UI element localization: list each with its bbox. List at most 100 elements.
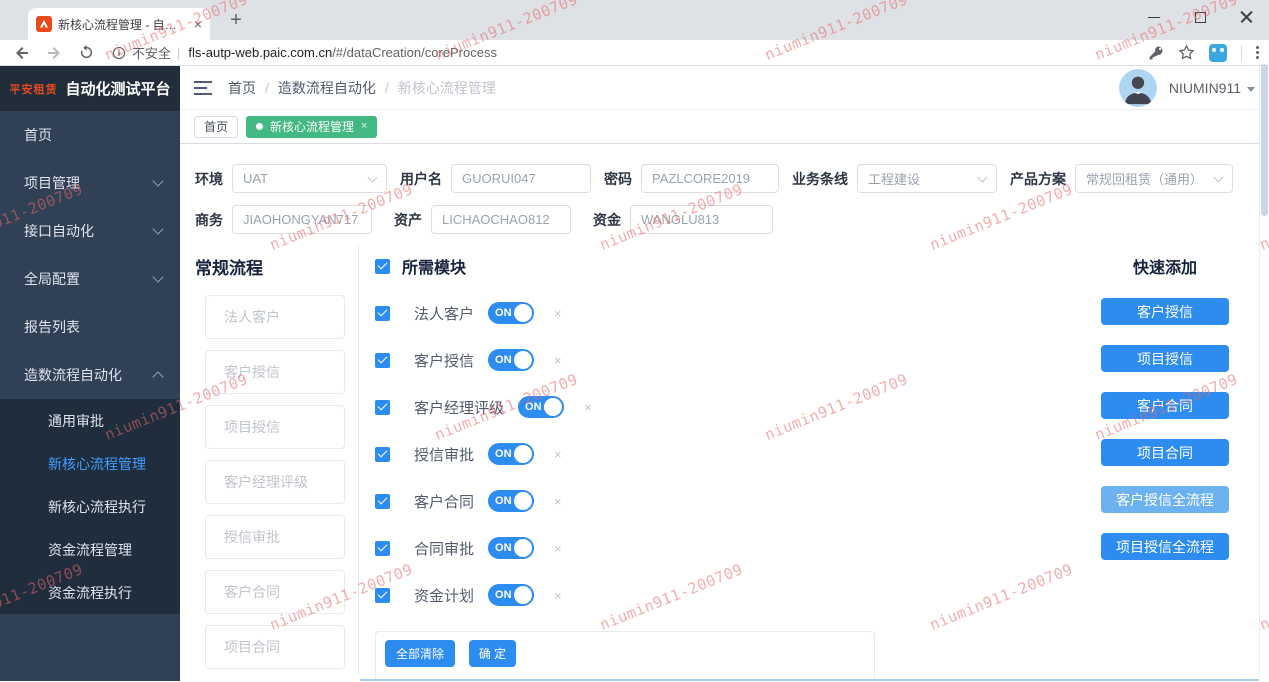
minimize-button[interactable] [1131, 0, 1177, 34]
module-row: 法人客户 ON × [375, 302, 1101, 324]
refresh-button[interactable] [74, 42, 98, 64]
module-checkbox[interactable] [375, 306, 390, 321]
quick-add-project-contract-button[interactable]: 项目合同 [1101, 439, 1229, 466]
breadcrumb-home[interactable]: 首页 [228, 78, 256, 98]
business-line-select[interactable]: 工程建设 [857, 164, 997, 193]
module-toggle[interactable]: ON [518, 396, 564, 418]
chevron-down-icon [978, 172, 988, 182]
module-checkbox[interactable] [375, 400, 390, 415]
columns-section: 常规流程 法人客户 客户授信 项目授信 客户经理评级 授信审批 客户合同 项目合… [195, 254, 1269, 674]
quick-add-title: 快速添加 [1101, 254, 1229, 278]
page-scrollbar-thumb[interactable] [1261, 64, 1268, 216]
module-remove-icon[interactable]: × [554, 541, 562, 556]
tab-close-icon[interactable]: × [194, 17, 202, 31]
select-all-checkbox[interactable] [375, 259, 390, 274]
module-checkbox[interactable] [375, 541, 390, 556]
quick-add-customer-credit-full-flow-button[interactable]: 客户授信全流程 [1101, 486, 1229, 513]
submenu-item-core-process-management[interactable]: 新核心流程管理 [0, 442, 180, 485]
process-card[interactable]: 客户授信 [205, 350, 345, 394]
quick-add-project-credit-full-flow-button[interactable]: 项目授信全流程 [1101, 533, 1229, 560]
commerce-label: 商务 [195, 210, 223, 230]
submenu-item-core-process-execution[interactable]: 新核心流程执行 [0, 485, 180, 528]
favicon-icon [36, 16, 52, 32]
commerce-input[interactable] [232, 205, 372, 234]
sidebar-item-home[interactable]: 首页 [0, 111, 180, 159]
sidebar-item-global-config[interactable]: 全局配置 [0, 255, 180, 303]
module-remove-icon[interactable]: × [554, 447, 562, 462]
module-checkbox[interactable] [375, 447, 390, 462]
window-controls [1131, 0, 1269, 34]
password-input[interactable] [641, 164, 779, 193]
collapse-menu-icon[interactable] [194, 81, 212, 95]
maximize-button[interactable] [1177, 0, 1223, 34]
process-card[interactable]: 项目合同 [205, 625, 345, 669]
quick-add-project-credit-button[interactable]: 项目授信 [1101, 345, 1229, 372]
key-icon[interactable] [1148, 45, 1164, 61]
actions-panel: 全部清除 确 定 [375, 631, 875, 681]
sidebar-item-api-automation[interactable]: 接口自动化 [0, 207, 180, 255]
chevron-down-icon [152, 223, 163, 234]
new-tab-button[interactable]: + [222, 6, 250, 34]
browser-tabstrip: 新核心流程管理 - 自动化测试平台 × + [0, 0, 1269, 40]
submenu-item-general-approval[interactable]: 通用审批 [0, 399, 180, 442]
env-label: 环境 [195, 169, 223, 189]
breadcrumb-section[interactable]: 造数流程自动化 [278, 78, 376, 98]
module-remove-icon[interactable]: × [554, 588, 562, 603]
refresh-icon [79, 45, 94, 60]
process-card[interactable]: 客户经理评级 [205, 460, 345, 504]
submenu-item-fund-process-execution[interactable]: 资金流程执行 [0, 571, 180, 614]
module-toggle[interactable]: ON [488, 302, 534, 324]
module-toggle[interactable]: ON [488, 490, 534, 512]
user-menu[interactable]: NIUMIN911 [1119, 69, 1255, 107]
process-card[interactable]: 项目授信 [205, 405, 345, 449]
process-card[interactable]: 授信审批 [205, 515, 345, 559]
module-toggle[interactable]: ON [488, 584, 534, 606]
submenu-item-fund-process-management[interactable]: 资金流程管理 [0, 528, 180, 571]
clear-all-button[interactable]: 全部清除 [385, 640, 455, 667]
fund-input[interactable] [630, 205, 773, 234]
sidebar-item-data-process-automation[interactable]: 造数流程自动化 [0, 351, 180, 399]
sidebar-item-project-management[interactable]: 项目管理 [0, 159, 180, 207]
caret-down-icon [1247, 87, 1255, 92]
breadcrumb-current: 新核心流程管理 [398, 78, 496, 98]
sidebar-item-report-list[interactable]: 报告列表 [0, 303, 180, 351]
module-remove-icon[interactable]: × [554, 353, 562, 368]
sidebar-submenu: 通用审批 新核心流程管理 新核心流程执行 资金流程管理 资金流程执行 [0, 399, 180, 614]
module-checkbox[interactable] [375, 494, 390, 509]
username-input[interactable] [451, 164, 591, 193]
module-remove-icon[interactable]: × [584, 400, 592, 415]
address-bar[interactable]: 不安全 | fls-autp-web.paic.com.cn/#/dataCre… [106, 42, 1134, 64]
module-checkbox[interactable] [375, 588, 390, 603]
product-plan-select[interactable]: 常规回租赁（通用） [1075, 164, 1233, 193]
module-toggle[interactable]: ON [488, 349, 534, 371]
module-remove-icon[interactable]: × [554, 494, 562, 509]
browser-toolbar: 不安全 | fls-autp-web.paic.com.cn/#/dataCre… [0, 40, 1269, 66]
module-toggle[interactable]: ON [488, 537, 534, 559]
browser-menu-icon[interactable] [1256, 44, 1259, 60]
asset-input[interactable] [431, 205, 571, 234]
bookmark-star-icon[interactable] [1178, 44, 1195, 61]
module-checkbox[interactable] [375, 353, 390, 368]
process-card[interactable]: 法人客户 [205, 295, 345, 339]
minimize-icon [1148, 17, 1160, 18]
back-button[interactable] [10, 42, 34, 64]
module-toggle[interactable]: ON [488, 443, 534, 465]
browser-tab-title: 新核心流程管理 - 自动化测试平台 [58, 16, 188, 33]
env-select[interactable]: UAT [232, 164, 387, 193]
form-row-1: 环境 UAT 用户名 密码 业务条 [195, 164, 1269, 193]
username-label: NIUMIN911 [1169, 80, 1241, 96]
process-card[interactable]: 客户合同 [205, 570, 345, 614]
quick-add-column: 快速添加 客户授信 项目授信 客户合同 项目合同 客户授信全流程 项目授信全流程 [1101, 254, 1269, 674]
forward-button[interactable] [42, 42, 66, 64]
module-remove-icon[interactable]: × [554, 306, 562, 321]
window-bottom-edge [360, 679, 1269, 681]
quick-add-customer-credit-button[interactable]: 客户授信 [1101, 298, 1229, 325]
tag-core-process-management[interactable]: 新核心流程管理 × [246, 116, 377, 138]
confirm-button[interactable]: 确 定 [469, 640, 516, 667]
quick-add-customer-contract-button[interactable]: 客户合同 [1101, 392, 1229, 419]
extension-icon[interactable] [1209, 44, 1227, 62]
tag-home[interactable]: 首页 [194, 116, 238, 138]
browser-tab[interactable]: 新核心流程管理 - 自动化测试平台 × [28, 8, 210, 40]
tag-close-icon[interactable]: × [361, 121, 367, 132]
close-button[interactable] [1223, 0, 1269, 34]
